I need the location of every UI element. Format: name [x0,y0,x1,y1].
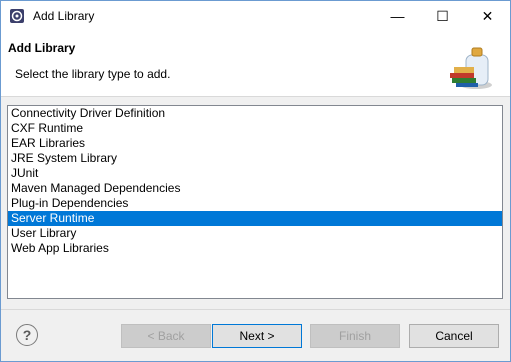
library-type-list[interactable]: Connectivity Driver Definition CXF Runtim… [7,105,503,299]
title-bar[interactable]: Add Library — ☐ ✕ [1,1,510,31]
library-type-item[interactable]: Web App Libraries [8,241,502,256]
window-title: Add Library [33,9,95,23]
close-button[interactable]: ✕ [465,1,510,31]
library-type-item[interactable]: EAR Libraries [8,136,502,151]
library-type-item[interactable]: JRE System Library [8,151,502,166]
dialog-header: Add Library Select the library type to a… [1,31,510,97]
header-title: Add Library [8,41,76,55]
library-jar-icon [446,43,494,91]
cancel-button[interactable]: Cancel [409,324,499,348]
library-type-item[interactable]: JUnit [8,166,502,181]
library-type-item[interactable]: CXF Runtime [8,121,502,136]
maximize-button[interactable]: ☐ [420,1,465,31]
library-type-item[interactable]: User Library [8,226,502,241]
library-type-item[interactable]: Maven Managed Dependencies [8,181,502,196]
library-type-item[interactable]: Server Runtime [8,211,502,226]
finish-button[interactable]: Finish [310,324,400,348]
library-type-item[interactable]: Connectivity Driver Definition [8,106,502,121]
back-button[interactable]: < Back [121,324,211,348]
help-icon[interactable]: ? [16,324,38,346]
header-description: Select the library type to add. [15,67,171,81]
add-library-dialog: Add Library — ☐ ✕ Add Library Select the… [0,0,511,362]
next-button[interactable]: Next > [212,324,302,348]
footer-divider [1,309,510,310]
library-type-item[interactable]: Plug-in Dependencies [8,196,502,211]
eclipse-app-icon [9,8,25,24]
minimize-button[interactable]: — [375,1,420,31]
